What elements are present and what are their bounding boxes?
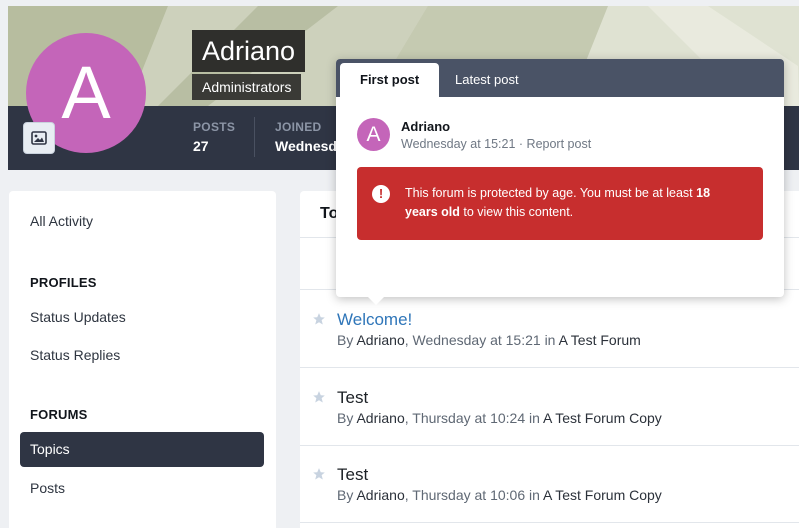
stat-posts: POSTS 27 bbox=[193, 120, 235, 154]
topic-title-link[interactable]: Test bbox=[337, 465, 368, 485]
sidebar-heading-profiles: PROFILES bbox=[30, 275, 97, 290]
meta-separator: · bbox=[515, 137, 527, 151]
meta-by: By bbox=[337, 487, 357, 503]
report-post-link[interactable]: Report post bbox=[527, 137, 592, 151]
change-cover-button[interactable] bbox=[23, 122, 55, 154]
profile-sidebar: All Activity PROFILES Status Updates Sta… bbox=[9, 191, 276, 528]
topic-title-link[interactable]: Welcome! bbox=[337, 310, 412, 330]
topic-meta: By Adriano, Wednesday at 15:21 in A Test… bbox=[337, 332, 641, 348]
author-link[interactable]: Adriano bbox=[356, 410, 404, 426]
meta-by: By bbox=[337, 332, 357, 348]
forum-link[interactable]: A Test Forum Copy bbox=[543, 487, 662, 503]
stat-label: POSTS bbox=[193, 120, 236, 134]
forum-link[interactable]: A Test Forum Copy bbox=[543, 410, 662, 426]
star-glyph bbox=[313, 468, 325, 480]
alert-text-part: This forum is protected by age. You must… bbox=[405, 186, 697, 200]
post-meta: Wednesday at 15:21 · Report post bbox=[401, 137, 591, 151]
divider bbox=[300, 445, 799, 446]
hovercard-arrow bbox=[367, 296, 385, 305]
star-glyph bbox=[313, 313, 325, 325]
profile-page: A Adriano Administrators POSTS 27 JOINED… bbox=[0, 0, 799, 528]
tab-first-post[interactable]: First post bbox=[340, 63, 440, 97]
tab-latest-post[interactable]: Latest post bbox=[435, 63, 539, 97]
forum-link[interactable]: A Test Forum bbox=[559, 332, 641, 348]
sidebar-item-status-replies[interactable]: Status Replies bbox=[30, 347, 120, 363]
author-link[interactable]: Adriano bbox=[356, 487, 404, 503]
meta-time: , Wednesday at 15:21 in bbox=[404, 332, 559, 348]
topic-meta: By Adriano, Thursday at 10:24 in A Test … bbox=[337, 410, 662, 426]
sidebar-item-status-updates[interactable]: Status Updates bbox=[30, 309, 126, 325]
meta-by: By bbox=[337, 410, 357, 426]
sidebar-item-topics[interactable]: Topics bbox=[20, 432, 264, 467]
topic-preview-hovercard: First post Latest post A Adriano Wednesd… bbox=[336, 59, 784, 305]
alert-icon: ! bbox=[372, 185, 390, 203]
meta-time: , Thursday at 10:24 in bbox=[404, 410, 544, 426]
post-time: Wednesday at 15:21 bbox=[401, 137, 516, 151]
profile-name: Adriano bbox=[192, 30, 306, 72]
stat-divider bbox=[254, 117, 255, 157]
meta-time: , Thursday at 10:06 in bbox=[404, 487, 544, 503]
divider bbox=[300, 367, 799, 368]
topic-title-link[interactable]: Test bbox=[337, 388, 368, 408]
alert-text-part: to view this content. bbox=[459, 205, 574, 219]
topic-meta: By Adriano, Thursday at 10:06 in A Test … bbox=[337, 487, 662, 503]
author-avatar[interactable]: A bbox=[357, 118, 390, 151]
divider bbox=[300, 522, 799, 523]
profile-group: Administrators bbox=[192, 74, 302, 100]
post-author[interactable]: Adriano bbox=[401, 119, 450, 134]
sidebar-item-posts[interactable]: Posts bbox=[30, 480, 65, 496]
author-link[interactable]: Adriano bbox=[356, 332, 404, 348]
age-restriction-alert: ! This forum is protected by age. You mu… bbox=[357, 167, 763, 240]
stat-value: 27 bbox=[193, 138, 209, 154]
alert-message: This forum is protected by age. You must… bbox=[405, 184, 740, 222]
image-icon bbox=[31, 131, 47, 145]
star-glyph bbox=[313, 391, 325, 403]
sidebar-item-all-activity[interactable]: All Activity bbox=[30, 213, 93, 229]
sidebar-heading-forums: FORUMS bbox=[30, 407, 88, 422]
star-icon[interactable] bbox=[312, 312, 326, 331]
preview-tabs: First post Latest post bbox=[336, 59, 784, 97]
star-icon[interactable] bbox=[312, 467, 326, 486]
star-icon[interactable] bbox=[312, 390, 326, 409]
